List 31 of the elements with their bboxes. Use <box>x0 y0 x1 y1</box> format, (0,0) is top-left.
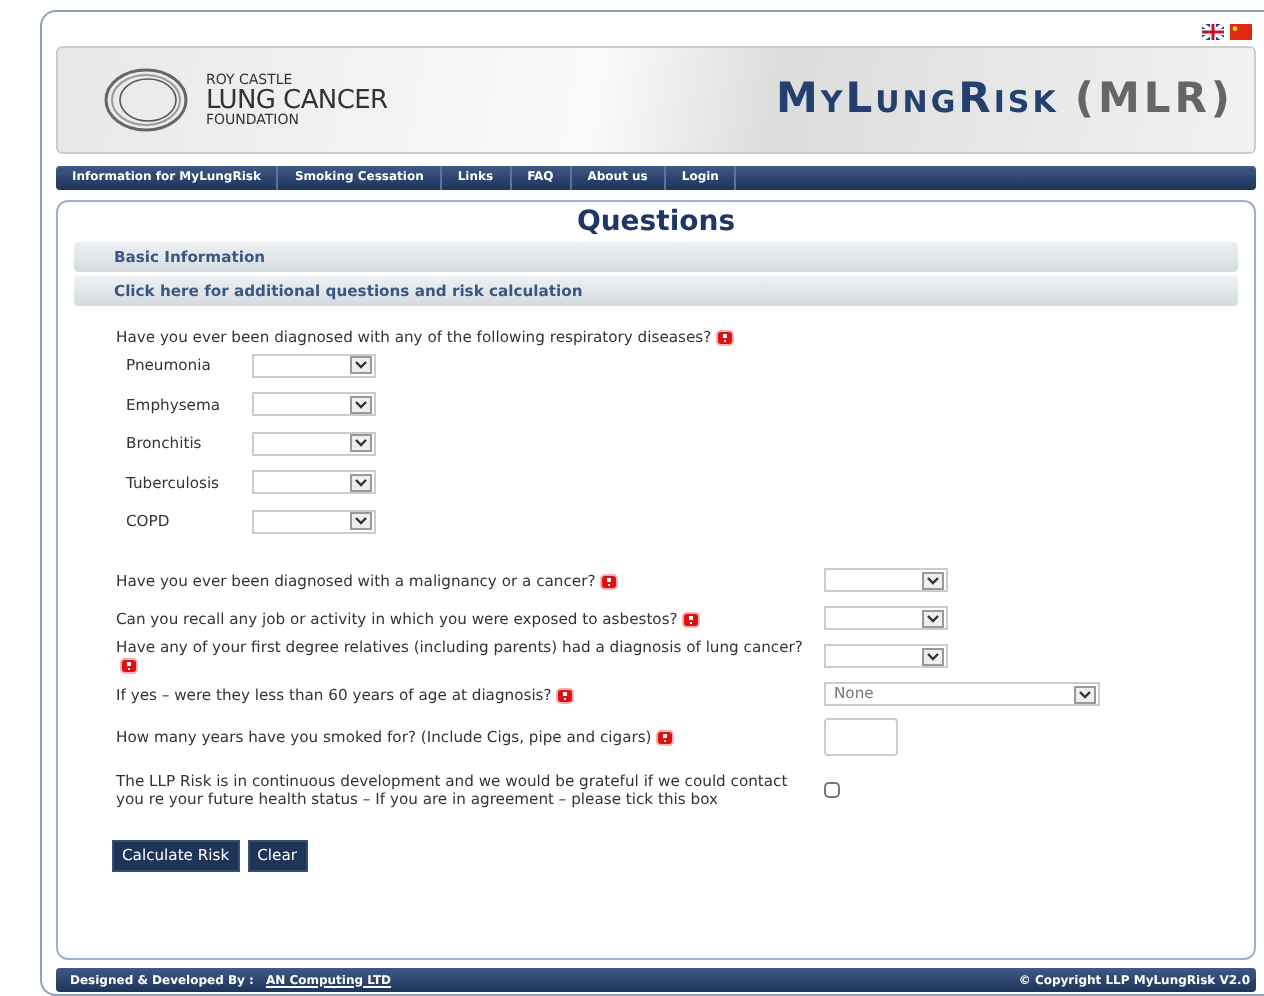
org-name-line: LUNG CANCER <box>206 87 388 113</box>
caret-icon <box>924 649 942 663</box>
help-icon[interactable] <box>555 687 574 703</box>
caret-icon <box>352 358 370 373</box>
dropdown-field[interactable] <box>252 470 376 495</box>
caret-icon <box>924 573 942 587</box>
dropdown-field[interactable] <box>824 606 948 630</box>
dropdown-field[interactable] <box>824 568 948 592</box>
help-icon[interactable] <box>120 658 138 674</box>
caret-icon <box>1076 687 1094 701</box>
caret-icon <box>352 475 370 490</box>
caret-icon <box>924 611 942 625</box>
agreement-checkbox[interactable] <box>824 781 840 797</box>
dropdown-field[interactable] <box>252 509 376 534</box>
help-icon[interactable] <box>715 330 734 346</box>
dropdown-field[interactable] <box>824 644 948 668</box>
caret-icon <box>352 397 370 412</box>
site-title: MyLungRisk (MLR) <box>775 72 1234 127</box>
dropdown-field[interactable] <box>252 353 376 378</box>
help-icon[interactable] <box>655 729 674 745</box>
page-heading: Questions <box>574 204 738 242</box>
number-field[interactable] <box>824 717 898 755</box>
help-icon[interactable] <box>599 573 618 589</box>
help-icon[interactable] <box>681 611 700 627</box>
ring-logo-icon <box>102 66 190 134</box>
china-flag-icon[interactable] <box>1230 23 1252 39</box>
uk-flag-icon[interactable] <box>1202 23 1224 39</box>
caret-icon <box>352 436 370 451</box>
dropdown-field[interactable] <box>252 431 376 456</box>
dropdown-field[interactable] <box>252 392 376 417</box>
caret-icon <box>352 514 370 529</box>
